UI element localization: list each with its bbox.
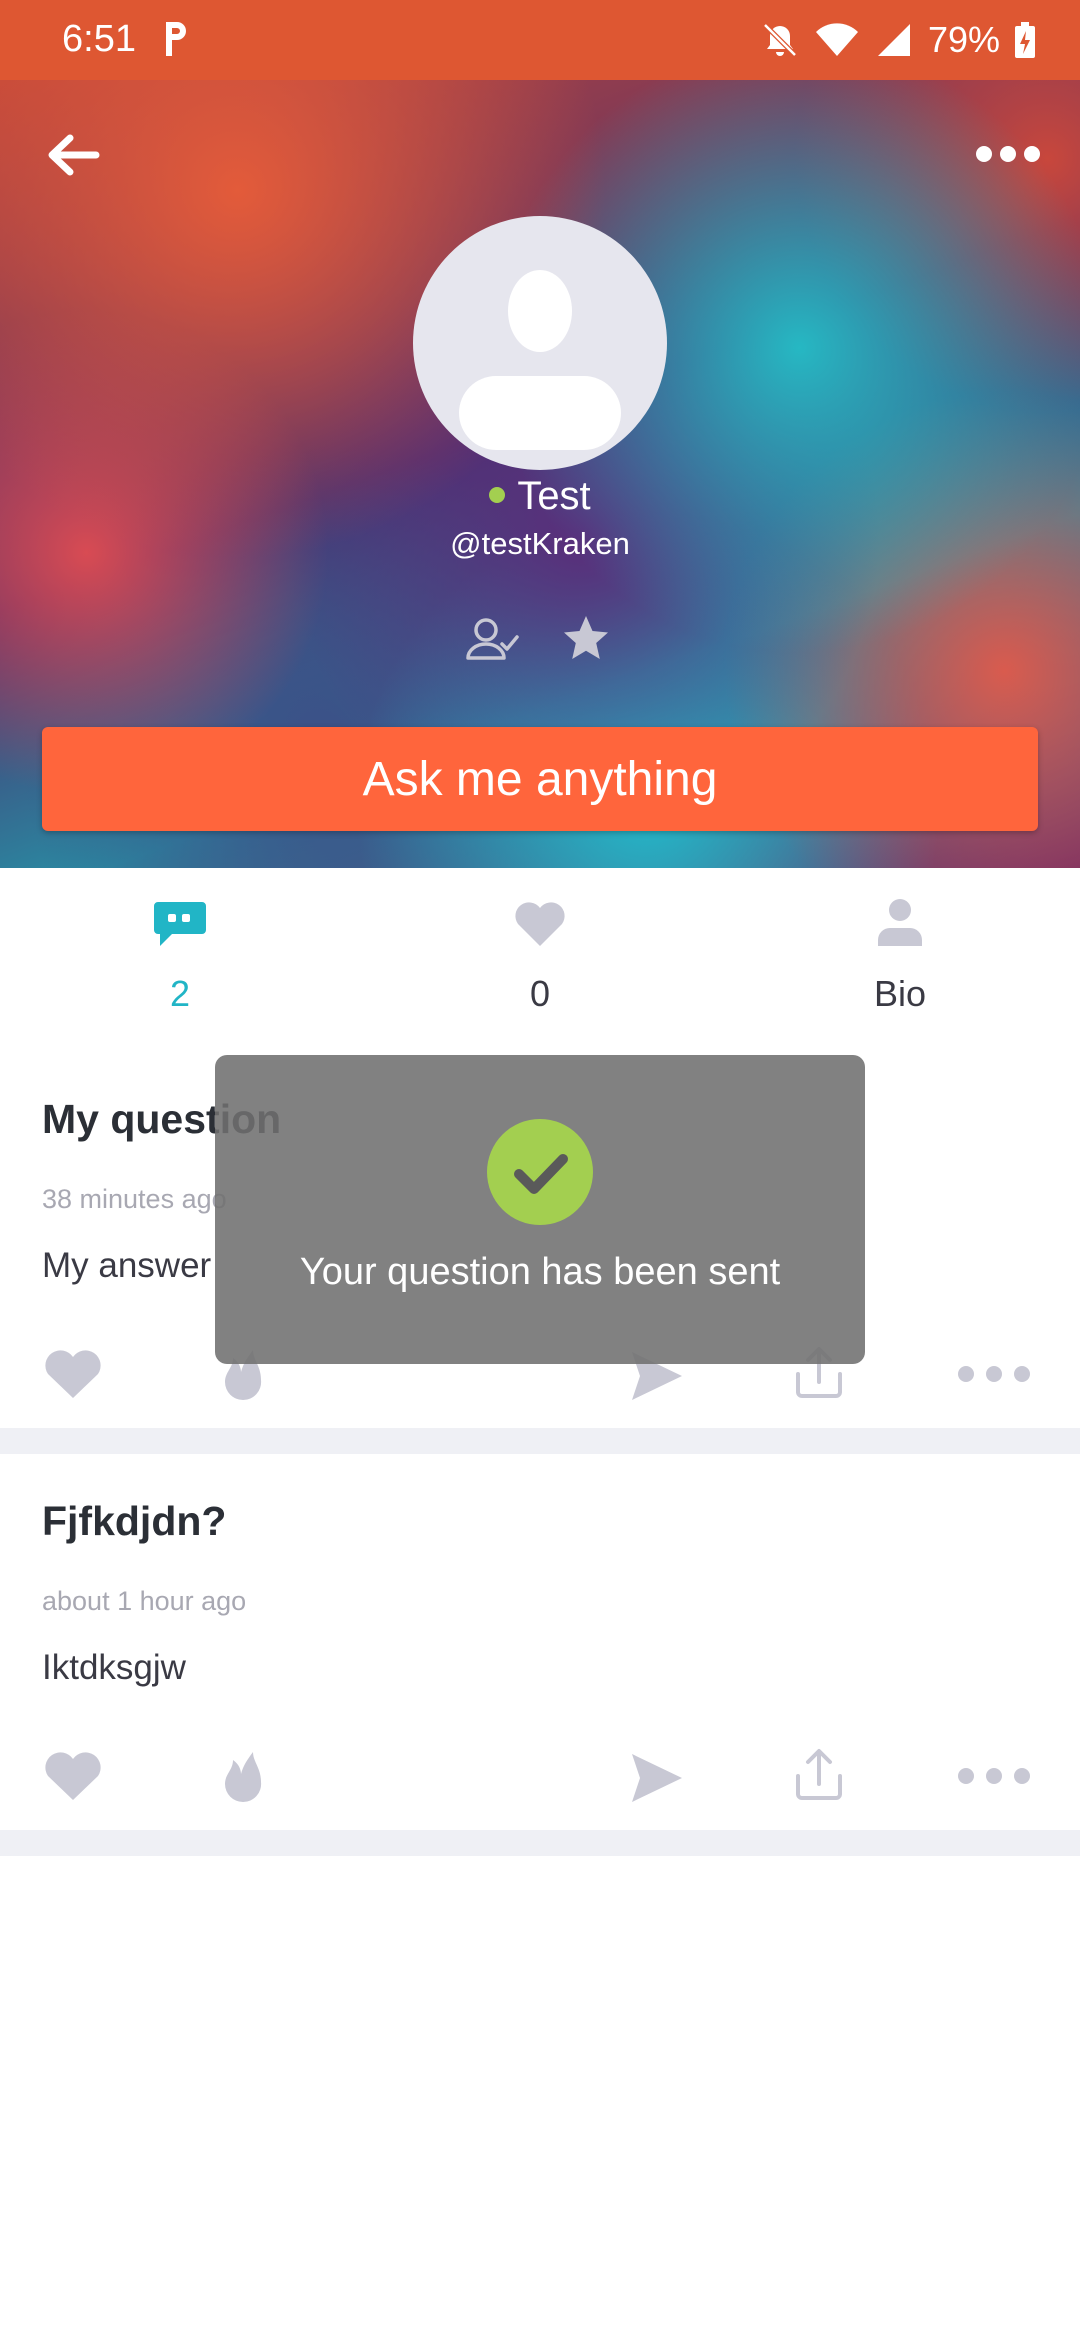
avatar[interactable] [413, 216, 667, 470]
ask-me-anything-button[interactable]: Ask me anything [42, 727, 1038, 831]
answer-text: My answer [42, 1246, 212, 1285]
battery-charging-icon [1015, 22, 1035, 58]
like-icon[interactable] [38, 1342, 108, 1406]
tab-likes[interactable]: 0 [440, 894, 640, 1014]
avatar-placeholder-icon [459, 270, 621, 450]
tab-likes-count: 0 [529, 973, 551, 1014]
send-icon[interactable] [620, 1746, 690, 1810]
question-card: Fjfkdjdn? about 1 hour ago Iktdksgjw [0, 1454, 1080, 1830]
question-title: Fjfkdjdn? [42, 1498, 227, 1544]
more-options-icon[interactable] [952, 1744, 1036, 1808]
answer-text: Iktdksgjw [42, 1648, 186, 1687]
heart-icon [515, 902, 565, 946]
profile-header: Test @testKraken Ask me anything [0, 80, 1080, 868]
profile-name-row: Test [0, 474, 1080, 519]
parking-app-icon [166, 22, 186, 56]
tab-questions-count: 2 [169, 973, 191, 1014]
success-toast: Your question has been sent [215, 1055, 865, 1364]
more-horizontal-icon[interactable] [964, 122, 1054, 192]
card-divider [0, 1830, 1080, 1856]
battery-percentage: 79% [927, 19, 1000, 60]
tab-bio[interactable]: Bio [800, 894, 1000, 1014]
toast-check-circle [487, 1119, 593, 1225]
status-bar: 6:51 79% [0, 0, 1080, 80]
chat-bubble-icon [154, 902, 206, 946]
profile-name: Test [517, 474, 591, 518]
like-icon[interactable] [38, 1744, 108, 1808]
share-icon[interactable] [784, 1742, 854, 1806]
tab-questions[interactable]: 2 [80, 894, 280, 1014]
arrow-left-icon[interactable] [40, 120, 110, 190]
status-icons: 79% [760, 14, 1036, 66]
profile-handle: @testKraken [450, 526, 630, 561]
fire-icon[interactable] [208, 1742, 278, 1806]
follow-user-icon[interactable] [462, 610, 522, 670]
star-icon[interactable] [556, 610, 616, 670]
wifi-icon [815, 23, 858, 56]
question-time: about 1 hour ago [42, 1586, 247, 1616]
status-time: 6:51 [62, 18, 136, 60]
bell-off-icon [763, 23, 797, 57]
signal-icon [877, 24, 910, 56]
profile-tabs: 2 0 Bio [0, 868, 1080, 1028]
online-indicator [489, 487, 506, 503]
toast-message: Your question has been sent [299, 1251, 781, 1293]
question-time: 38 minutes ago [42, 1184, 227, 1214]
card-divider [0, 1428, 1080, 1454]
more-options-icon[interactable] [952, 1342, 1036, 1406]
check-icon [514, 1154, 568, 1194]
tab-bio-label: Bio [873, 973, 927, 1014]
person-icon [878, 899, 922, 946]
